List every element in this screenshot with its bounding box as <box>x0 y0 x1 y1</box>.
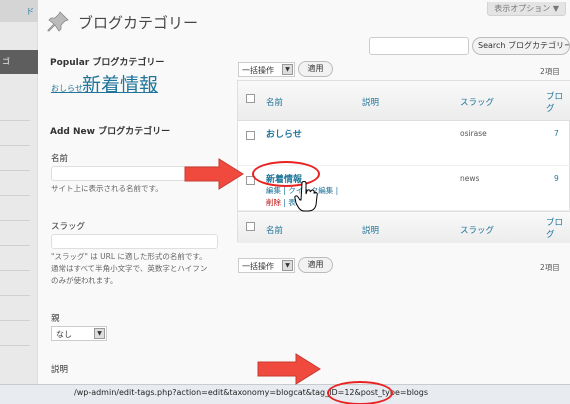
admin-sidebar: ド ゴ <box>0 0 38 404</box>
table-row: おしらせ osirase 7 <box>238 122 570 166</box>
sidebar-divider <box>0 220 30 221</box>
name-description: サイト上に表示される名前です。 <box>51 184 163 193</box>
parent-select[interactable]: なし ▼ <box>51 326 107 341</box>
apply-button[interactable]: 適用 <box>298 61 333 77</box>
chevron-down-icon: ▼ <box>282 64 293 75</box>
item-count: 2項目 <box>540 263 560 272</box>
hand-cursor-icon <box>294 181 318 212</box>
pushpin-icon <box>47 11 69 32</box>
column-slug[interactable]: スラッグ <box>460 96 494 108</box>
column-name[interactable]: 名前 <box>266 224 283 236</box>
item-count: 2項目 <box>540 67 560 76</box>
name-label: 名前 <box>51 154 69 164</box>
row-checkbox[interactable] <box>246 131 255 140</box>
sidebar-divider <box>0 195 30 196</box>
browser-status-bar: /wp-admin/edit-tags.php?action=edit&taxo… <box>0 384 570 404</box>
bulk-actions-select[interactable]: 一括操作 ▼ <box>238 258 295 273</box>
parent-select-value: なし <box>56 330 72 339</box>
column-description[interactable]: 説明 <box>362 224 379 236</box>
row-slug: osirase <box>460 129 487 138</box>
apply-button[interactable]: 適用 <box>298 257 333 273</box>
column-posts-line: グ <box>546 104 555 114</box>
arrow-right-icon <box>184 158 244 190</box>
page-title: ブログカテゴリー <box>78 14 199 32</box>
slug-field[interactable] <box>51 234 218 249</box>
chevron-down-icon: ▼ <box>94 328 105 339</box>
slug-description-line: "スラッグ" は URL に適した形式の名前です。 <box>51 252 207 261</box>
column-name[interactable]: 名前 <box>266 96 283 108</box>
parent-label: 親 <box>51 314 60 324</box>
select-all-checkbox[interactable] <box>246 222 255 231</box>
bulk-actions-select[interactable]: 一括操作 ▼ <box>238 62 295 77</box>
row-count[interactable]: 9 <box>554 174 559 183</box>
description-label: 説明 <box>51 365 69 375</box>
sidebar-divider <box>0 345 30 346</box>
bulk-actions-value: 一括操作 <box>242 262 274 271</box>
chevron-down-icon: ▼ <box>282 260 293 271</box>
screen-options-button[interactable]: 表示オプション ▼ <box>487 2 566 16</box>
row-slug: news <box>460 174 480 183</box>
column-posts-line: ブロ <box>546 92 564 102</box>
edit-link[interactable]: 編集 <box>266 186 281 195</box>
bulk-actions-value: 一括操作 <box>242 66 274 75</box>
sidebar-divider <box>0 270 30 271</box>
sidebar-divider <box>0 170 30 171</box>
sidebar-top-label: ド <box>26 7 34 16</box>
sidebar-active-label: ゴ <box>2 57 10 66</box>
column-posts-line: グ <box>546 230 555 240</box>
tag-cloud-link[interactable]: 新着情報 <box>82 70 158 97</box>
sidebar-divider <box>0 245 30 246</box>
table-header: 名前 説明 スラッグ ブログ <box>238 81 570 121</box>
sidebar-divider <box>0 145 30 146</box>
delete-link[interactable]: 削除 <box>266 198 281 207</box>
search-button[interactable]: Search ブログカテゴリー <box>472 37 570 55</box>
column-posts[interactable]: ブログ <box>546 216 563 240</box>
slug-description-line: のみが使われます。 <box>51 276 118 285</box>
sidebar-top-item[interactable]: ド <box>0 0 38 22</box>
sidebar-divider <box>0 320 30 321</box>
column-posts-line: ブロ <box>546 218 564 228</box>
add-new-heading: Add New ブログカテゴリー <box>50 127 171 137</box>
column-posts[interactable]: ブログ <box>546 90 563 114</box>
table-footer: 名前 説明 スラッグ ブログ <box>238 211 570 243</box>
row-name-link[interactable]: おしらせ <box>266 127 302 140</box>
sidebar-item-active[interactable]: ゴ <box>0 50 38 74</box>
column-description[interactable]: 説明 <box>362 96 379 108</box>
row-count[interactable]: 7 <box>554 129 559 138</box>
slug-description-line: 通常はすべて半角小文字で、英数字とハイフン <box>51 264 208 273</box>
search-input[interactable] <box>369 37 469 55</box>
slug-label: スラッグ <box>51 222 86 232</box>
popular-heading: Popular ブログカテゴリー <box>50 58 165 68</box>
sidebar-divider <box>0 295 30 296</box>
arrow-right-icon <box>257 353 321 385</box>
highlight-oval <box>327 381 393 404</box>
tag-cloud-link[interactable]: おしらせ <box>51 83 83 94</box>
sidebar-divider <box>0 120 30 121</box>
select-all-checkbox[interactable] <box>246 94 255 103</box>
column-slug[interactable]: スラッグ <box>460 224 494 236</box>
